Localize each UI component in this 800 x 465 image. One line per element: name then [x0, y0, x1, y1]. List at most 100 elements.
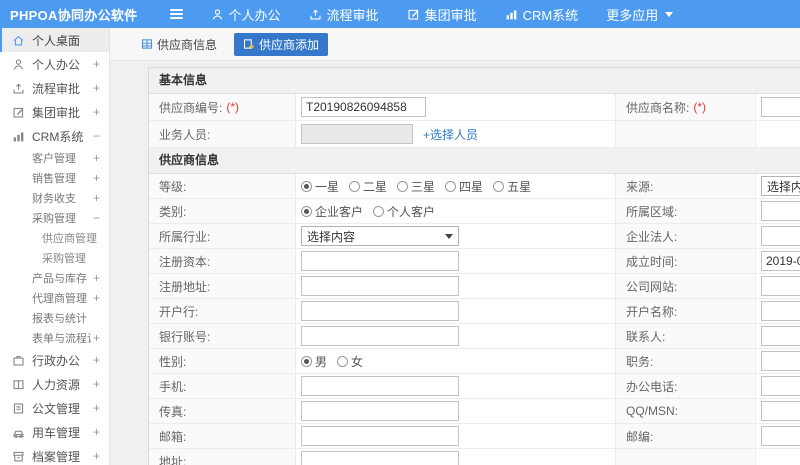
registered-capital-input[interactable] [301, 251, 459, 271]
expand-toggle-icon[interactable]: + [93, 353, 100, 367]
form-row: 手机: 办公电话: [149, 374, 800, 399]
nav-group-approval[interactable]: 集团审批 [407, 5, 477, 24]
grade-radios-option-1[interactable]: 二星 [349, 178, 387, 195]
mobile-input[interactable] [301, 376, 459, 396]
category-radios-option-0[interactable]: 企业客户 [301, 203, 363, 220]
business-staff-input[interactable] [301, 124, 413, 144]
founded-date-input[interactable] [761, 251, 800, 271]
expand-toggle-icon[interactable]: + [93, 291, 100, 305]
radio-icon[interactable] [301, 180, 312, 192]
form-row: 业务人员: +选择人员 [149, 121, 800, 148]
sidebar-item-admin-office[interactable]: 行政办公 + [0, 348, 109, 372]
add-doc-icon [243, 38, 255, 50]
nav-personal-office[interactable]: 个人办公 [211, 5, 281, 24]
qq-msn-input[interactable] [761, 401, 800, 421]
sidebar-item-report-statistics[interactable]: 报表与统计 [0, 308, 109, 328]
registered-address-input[interactable] [301, 276, 459, 296]
email-input[interactable] [301, 426, 459, 446]
grade-radios-option-3[interactable]: 四星 [445, 178, 483, 195]
upload-icon [309, 8, 322, 21]
tab-supplier-info[interactable]: 供应商信息 [132, 33, 226, 56]
sidebar-item-document-mgmt[interactable]: 公文管理 + [0, 396, 109, 420]
sidebar-item-personal-desktop[interactable]: 个人桌面 [0, 28, 109, 52]
expand-toggle-icon[interactable]: + [93, 401, 100, 415]
expand-toggle-icon[interactable]: + [93, 81, 100, 95]
sidebar-item-finance-inout[interactable]: 财务收支 + [0, 188, 109, 208]
sidebar-item-sales-mgmt[interactable]: 销售管理 + [0, 168, 109, 188]
radio-icon[interactable] [337, 355, 349, 367]
select-staff-link[interactable]: +选择人员 [423, 126, 478, 143]
gender-radios-option-1[interactable]: 女 [337, 353, 363, 370]
legal-person-input[interactable] [761, 226, 800, 246]
expand-toggle-icon[interactable]: + [93, 191, 100, 205]
user-icon [211, 8, 224, 21]
field-cell [756, 399, 800, 423]
grade-radios-option-4[interactable]: 五星 [493, 178, 531, 195]
sidebar-item-label: 报表与统计 [32, 313, 87, 325]
radio-icon[interactable] [445, 180, 457, 192]
gender-radios: 男女 [301, 353, 363, 370]
expand-toggle-icon[interactable]: + [93, 171, 100, 185]
company-website-input[interactable] [761, 276, 800, 296]
category-radios-option-1[interactable]: 个人客户 [373, 203, 435, 220]
expand-toggle-icon[interactable]: + [93, 449, 100, 463]
gender-radios-option-0[interactable]: 男 [301, 353, 327, 370]
radio-icon[interactable] [301, 355, 312, 367]
sidebar-item-purchase-mgmt[interactable]: 采购管理 − [0, 208, 109, 228]
expand-toggle-icon[interactable]: − [93, 129, 100, 143]
radio-icon[interactable] [397, 180, 409, 192]
nav-workflow-approval[interactable]: 流程审批 [309, 5, 379, 24]
expand-toggle-icon[interactable]: + [93, 105, 100, 119]
region-input[interactable] [761, 201, 800, 221]
expand-toggle-icon[interactable]: + [93, 57, 100, 71]
nav-crm-system[interactable]: CRM系统 [505, 5, 578, 24]
bank-account-input[interactable] [301, 326, 459, 346]
bank-branch-input[interactable] [301, 301, 459, 321]
expand-toggle-icon[interactable]: + [93, 271, 100, 285]
contact-person-input[interactable] [761, 326, 800, 346]
expand-toggle-icon[interactable]: − [93, 211, 100, 225]
sidebar-item-product-inventory[interactable]: 产品与库存 + [0, 268, 109, 288]
sidebar-item-workflow-approval[interactable]: 流程审批 + [0, 76, 109, 100]
radio-icon[interactable] [301, 205, 312, 217]
sidebar-item-purchasing-mgmt[interactable]: 采购管理 [0, 248, 109, 268]
expand-toggle-icon[interactable]: + [93, 425, 100, 439]
source-select[interactable]: 选择内容 [761, 176, 800, 196]
field-cell [756, 299, 800, 323]
sidebar-item-agent-mgmt[interactable]: 代理商管理 + [0, 288, 109, 308]
fax-input[interactable] [301, 401, 459, 421]
job-title-input[interactable] [761, 351, 800, 371]
field-label-text: 开户行: [159, 304, 199, 319]
supplier-code-input[interactable] [301, 97, 426, 117]
sidebar-item-group-approval[interactable]: 集团审批 + [0, 100, 109, 124]
sidebar-item-hr[interactable]: 人力资源 + [0, 372, 109, 396]
sidebar-item-archive-mgmt[interactable]: 档案管理 + [0, 444, 109, 465]
field-label: 邮箱: [149, 424, 296, 448]
zip-code-input[interactable] [761, 426, 800, 446]
expand-toggle-icon[interactable]: + [93, 331, 100, 345]
address-input[interactable] [301, 451, 459, 465]
office-phone-input[interactable] [761, 376, 800, 396]
industry-select[interactable]: 选择内容 [301, 226, 459, 246]
sidebar-item-vehicle-mgmt[interactable]: 用车管理 + [0, 420, 109, 444]
menu-toggle-icon[interactable] [169, 9, 183, 19]
sidebar-item-form-flow-settings[interactable]: 表单与流程设置+ [0, 328, 109, 348]
category-radios: 企业客户 个人客户 [301, 203, 435, 220]
tab-supplier-add[interactable]: 供应商添加 [234, 32, 329, 56]
nav-more-apps[interactable]: 更多应用 [606, 5, 674, 24]
grade-radios-option-0[interactable]: 一星 [301, 178, 339, 195]
radio-icon[interactable] [493, 180, 505, 192]
radio-icon[interactable] [349, 180, 361, 192]
sidebar-item-personal-office[interactable]: 个人办公 + [0, 52, 109, 76]
chart-icon [12, 130, 25, 143]
sidebar-item-customer-mgmt[interactable]: 客户管理 + [0, 148, 109, 168]
radio-icon[interactable] [373, 205, 385, 217]
sidebar-item-crm-system[interactable]: CRM系统 − [0, 124, 109, 148]
supplier-name-input[interactable] [761, 97, 800, 117]
expand-toggle-icon[interactable]: + [93, 377, 100, 391]
grade-radios-option-2[interactable]: 三星 [397, 178, 435, 195]
sidebar-item-supplier-mgmt[interactable]: 供应商管理 [0, 228, 109, 248]
expand-toggle-icon[interactable]: + [93, 151, 100, 165]
account-name-input[interactable] [761, 301, 800, 321]
field-label: 类别: [149, 199, 296, 223]
